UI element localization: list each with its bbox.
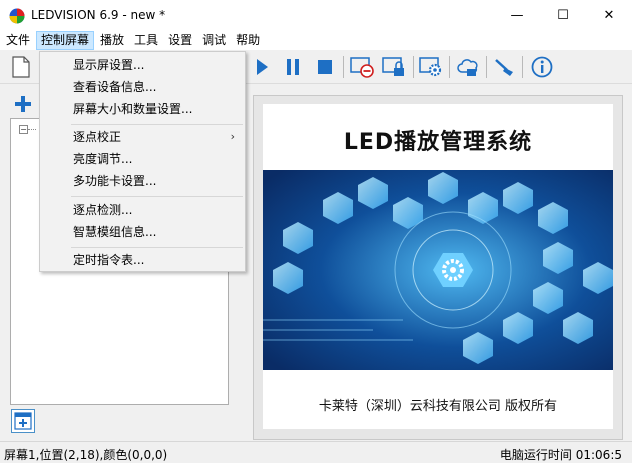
title-bar: LEDVISION 6.9 - new * — ☐ ✕ <box>0 0 632 31</box>
status-position: 屏幕1,位置(2,18),颜色(0,0,0) <box>4 448 168 462</box>
maximize-button[interactable]: ☐ <box>540 0 586 31</box>
menu-timed-command-table[interactable]: 定时指令表... <box>40 249 245 271</box>
menu-item-label: 智慧模组信息... <box>73 225 157 239</box>
stop-icon[interactable] <box>312 55 338 79</box>
menu-point-detection[interactable]: 逐点检测... <box>40 199 245 221</box>
menu-item-label: 查看设备信息... <box>73 80 157 94</box>
submenu-arrow-icon: › <box>230 130 235 143</box>
brush-icon[interactable] <box>492 55 518 79</box>
screen-settings-icon[interactable] <box>418 55 444 79</box>
menu-separator <box>71 124 243 125</box>
status-uptime: 电脑运行时间 01:06:5 <box>499 448 622 462</box>
menu-file[interactable]: 文件 <box>2 31 34 50</box>
preview-title: LED播放管理系统 <box>343 130 533 155</box>
new-file-icon[interactable] <box>8 55 34 79</box>
menu-separator <box>71 196 243 197</box>
cloud-icon[interactable] <box>455 55 481 79</box>
add-media-icon <box>14 412 32 430</box>
menu-brightness[interactable]: 亮度调节... <box>40 148 245 170</box>
menu-view-device-info[interactable]: 查看设备信息... <box>40 76 245 98</box>
toolbar-separator <box>449 56 450 78</box>
menu-control-screen[interactable]: 控制屏幕 <box>36 31 95 50</box>
menu-item-label: 多功能卡设置... <box>73 174 157 188</box>
preview-area: LED播放管理系统 卡莱特（深圳）云科技有限公司 版权所有 <box>263 104 613 429</box>
preview-banner-image <box>263 170 613 370</box>
tree-connector <box>28 129 36 130</box>
app-logo-icon <box>9 8 25 24</box>
menu-settings[interactable]: 设置 <box>164 31 196 50</box>
info-icon[interactable] <box>529 55 555 79</box>
minimize-button[interactable]: — <box>494 0 540 31</box>
plus-icon <box>15 96 31 112</box>
preview-copyright: 卡莱特（深圳）云科技有限公司 版权所有 <box>318 399 558 414</box>
toolbar-separator <box>413 56 414 78</box>
menu-display-settings[interactable]: 显示屏设置... <box>40 54 245 76</box>
menu-separator <box>71 247 243 248</box>
menu-tools[interactable]: 工具 <box>130 31 162 50</box>
pause-icon[interactable] <box>280 55 306 79</box>
control-screen-dropdown: 显示屏设置... 查看设备信息... 屏幕大小和数量设置... 逐点校正 › 亮度… <box>39 51 246 272</box>
play-icon[interactable] <box>249 55 275 79</box>
menu-multifunction-card[interactable]: 多功能卡设置... <box>40 170 245 192</box>
menu-debug[interactable]: 调试 <box>198 31 230 50</box>
menu-help[interactable]: 帮助 <box>232 31 264 50</box>
window-title: LEDVISION 6.9 - new * <box>31 8 166 22</box>
status-bar: 屏幕1,位置(2,18),颜色(0,0,0) 电脑运行时间 01:06:5 <box>0 441 632 463</box>
menu-item-label: 定时指令表... <box>73 253 145 267</box>
menu-item-label: 亮度调节... <box>73 152 133 166</box>
toolbar-separator <box>343 56 344 78</box>
add-program-button[interactable] <box>11 409 35 433</box>
toolbar-separator <box>522 56 523 78</box>
tree-expander-icon[interactable]: − <box>19 125 28 134</box>
add-screen-button[interactable] <box>12 93 34 115</box>
menu-smart-module-info[interactable]: 智慧模组信息... <box>40 221 245 243</box>
menu-screen-size-count[interactable]: 屏幕大小和数量设置... <box>40 98 245 120</box>
menu-item-label: 逐点校正 <box>73 130 122 144</box>
menu-item-label: 逐点检测... <box>73 203 133 217</box>
menu-point-calibration[interactable]: 逐点校正 › <box>40 126 245 148</box>
close-button[interactable]: ✕ <box>586 0 632 31</box>
screen-lock-icon[interactable] <box>381 55 407 79</box>
menu-bar: 文件 控制屏幕 播放 工具 设置 调试 帮助 <box>0 31 632 50</box>
menu-item-label: 显示屏设置... <box>73 58 145 72</box>
menu-play[interactable]: 播放 <box>96 31 128 50</box>
toolbar-separator <box>486 56 487 78</box>
screen-disable-icon[interactable] <box>349 55 375 79</box>
menu-item-label: 屏幕大小和数量设置... <box>73 102 193 116</box>
